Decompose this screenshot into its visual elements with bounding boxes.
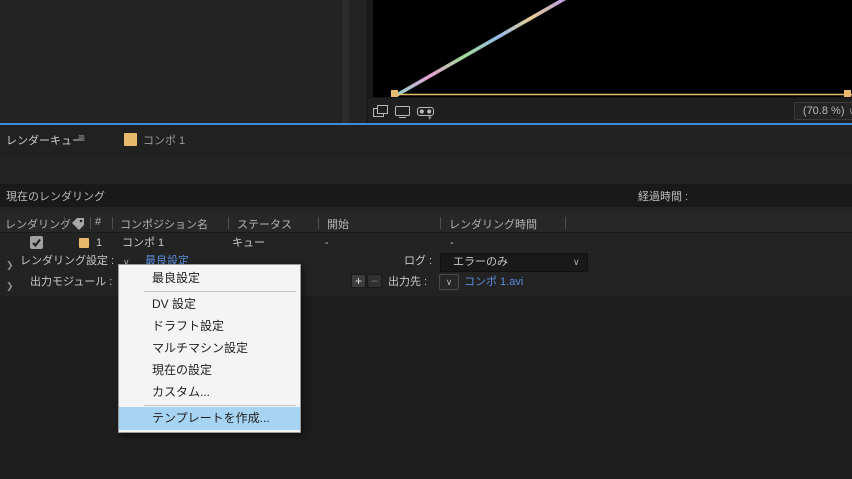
item-render-time: -: [450, 237, 454, 249]
add-output-module-button[interactable]: +: [351, 274, 366, 288]
always-preview-icon[interactable]: [372, 98, 389, 124]
item-number: 1: [96, 237, 103, 249]
panel-edge-strip: [342, 0, 349, 123]
elapsed-time-label: 経過時間 :: [638, 190, 689, 203]
column-comp-name[interactable]: コンポジション名: [120, 216, 208, 232]
column-render[interactable]: レンダリング: [5, 216, 71, 232]
column-render-time[interactable]: レンダリング時間: [449, 216, 537, 232]
composition-viewer-canvas[interactable]: [373, 0, 852, 97]
panel-tab-bar: レンダーキュー ≡ コンポ 1: [0, 125, 852, 277]
column-start[interactable]: 開始: [327, 216, 349, 232]
chevron-down-icon: ∨: [445, 276, 453, 287]
menu-item-dv-settings[interactable]: DV 設定: [119, 293, 300, 315]
column-separator: [112, 217, 113, 229]
current-render-bar: 現在のレンダリング 経過時間 :: [0, 184, 852, 207]
layer-handle-right: [844, 90, 851, 97]
after-effects-window: ▾ (70.8 %) ∨ ▾ 0:00:00:00 ▾ フル画質 ∨: [0, 0, 852, 479]
menu-item-draft-settings[interactable]: ドラフト設定: [119, 315, 300, 337]
queue-table-header: レンダリング # コンポジション名 ステータス 開始 レンダリング時間: [0, 213, 852, 233]
log-label: ログ :: [404, 255, 433, 267]
main-monitor-icon[interactable]: [394, 98, 411, 124]
twirl-arrow-icon[interactable]: ❯: [6, 276, 14, 297]
log-value: エラーのみ: [453, 256, 508, 268]
render-checkbox[interactable]: [30, 236, 43, 249]
tab-render-queue-label: レンダーキュー: [6, 135, 83, 147]
stereo-dropdown-arrow[interactable]: ▾: [428, 115, 432, 122]
column-status[interactable]: ステータス: [237, 216, 292, 232]
column-separator: [228, 217, 229, 229]
stereo-3d-glasses-icon[interactable]: [416, 98, 435, 124]
menu-item-current-settings[interactable]: 現在の設定: [119, 359, 300, 381]
render-settings-label: レンダリング設定 :: [20, 255, 115, 267]
output-module-label: 出力モジュール :: [30, 276, 113, 288]
column-separator: [64, 217, 65, 229]
minus-glyph: −: [370, 274, 378, 288]
noisy-diagonal-layer-line: [394, 0, 567, 97]
item-label-color[interactable]: [79, 238, 89, 248]
menu-item-best-settings[interactable]: 最良設定: [119, 267, 300, 289]
spacer-band: [0, 156, 852, 184]
comp-label-color-square: [124, 133, 137, 146]
menu-separator: [144, 405, 296, 406]
menu-item-custom[interactable]: カスタム...: [119, 381, 300, 403]
column-separator: [318, 217, 319, 229]
queue-item-row[interactable]: 1 コンポ 1 キュー - -: [0, 233, 852, 253]
plus-glyph: +: [354, 274, 362, 288]
column-number[interactable]: #: [95, 216, 101, 228]
column-separator: [440, 217, 441, 229]
layer-handle-left: [391, 90, 398, 97]
magnification-dropdown[interactable]: (70.8 %) ∨: [794, 102, 852, 120]
item-start: -: [325, 237, 329, 249]
log-dropdown[interactable]: エラーのみ ∨: [440, 253, 588, 272]
tab-render-queue[interactable]: レンダーキュー: [6, 132, 83, 148]
remove-output-module-button[interactable]: −: [367, 274, 382, 288]
chevron-down-icon: ∨: [573, 257, 580, 267]
hamburger-glyph: ≡: [78, 131, 86, 145]
left-panel-background: [0, 0, 368, 123]
menu-separator: [144, 291, 296, 292]
render-settings-template-menu: 最良設定 DV 設定 ドラフト設定 マルチマシン設定 現在の設定 カスタム...…: [118, 264, 301, 433]
label-tag-icon[interactable]: [71, 217, 85, 231]
item-comp-name: コンポ 1: [122, 237, 165, 249]
output-to-label: 出力先 :: [388, 276, 428, 288]
panel-menu-icon[interactable]: ≡: [78, 131, 85, 145]
current-render-title: 現在のレンダリング: [6, 190, 105, 203]
chevron-down-icon: ∨: [848, 105, 852, 116]
item-status: キュー: [232, 237, 265, 249]
tab-comp-label: コンポ 1: [143, 135, 186, 147]
tab-comp-1[interactable]: コンポ 1: [124, 132, 185, 148]
menu-item-make-template[interactable]: テンプレートを作成...: [119, 407, 300, 430]
menu-item-multimachine-settings[interactable]: マルチマシン設定: [119, 337, 300, 359]
column-separator: [90, 217, 91, 229]
viewer-toolbar: ▾ (70.8 %) ∨ ▾ 0:00:00:00 ▾ フル画質 ∨: [368, 97, 852, 123]
magnification-value: (70.8 %): [802, 105, 845, 117]
output-to-value-link[interactable]: コンポ 1.avi: [464, 272, 523, 293]
output-to-dropdown-icon[interactable]: ∨: [439, 274, 459, 290]
column-separator: [565, 217, 566, 229]
